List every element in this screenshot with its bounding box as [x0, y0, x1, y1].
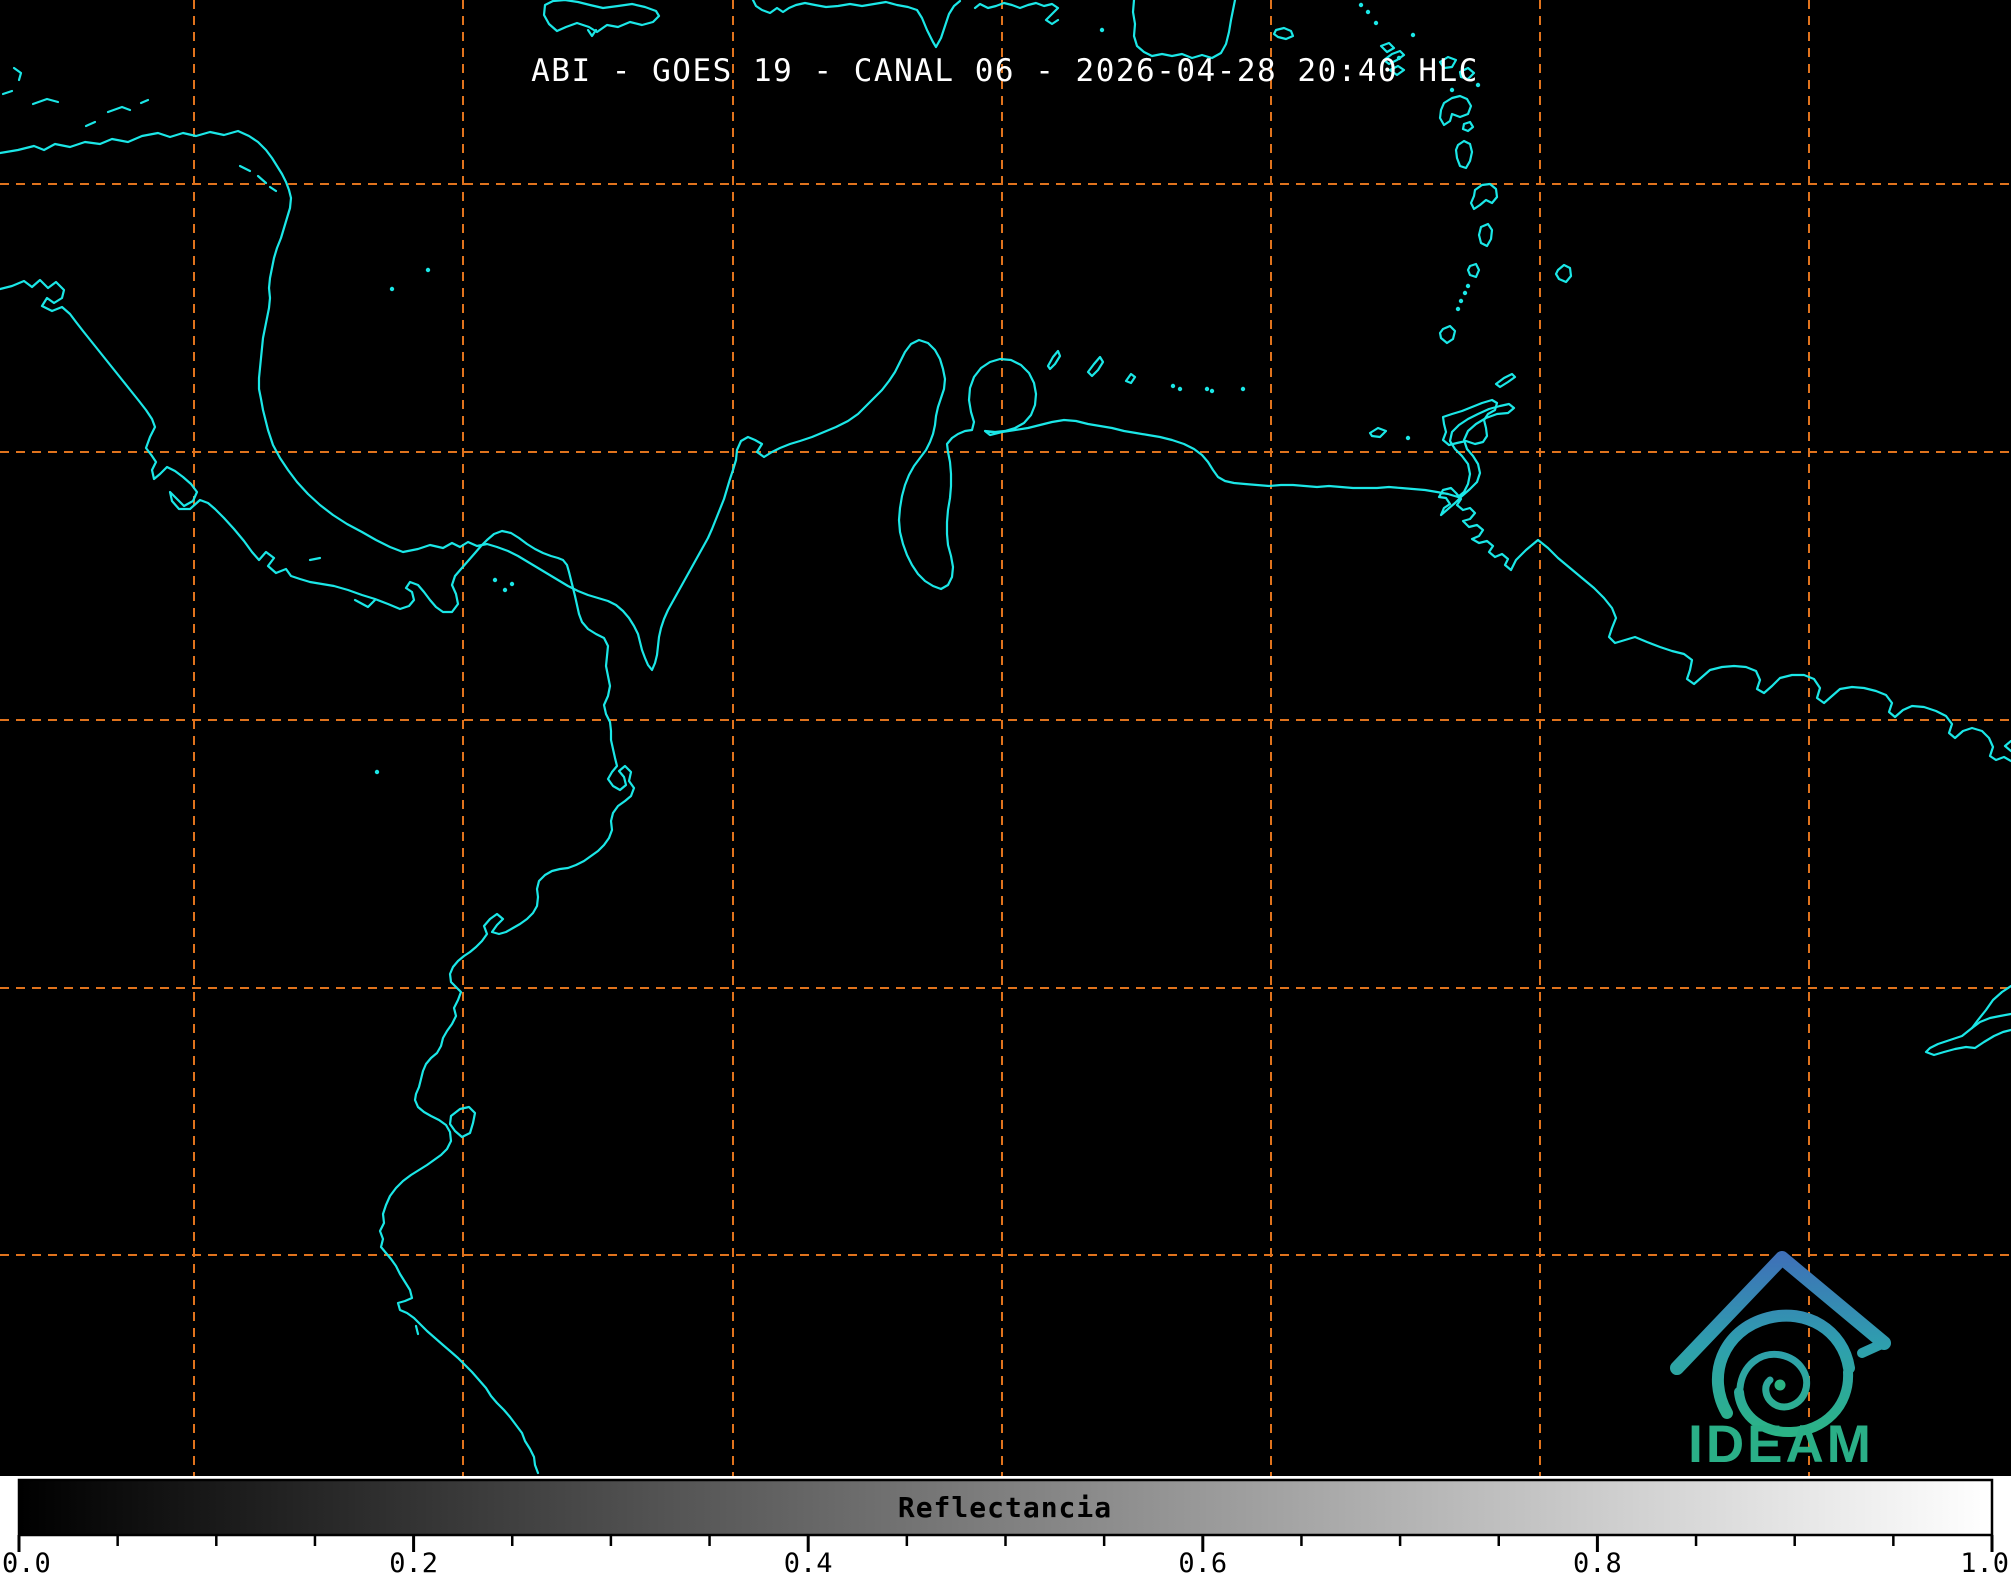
ideam-logo-text: IDEAM [1688, 1415, 1874, 1474]
product-title: ABI - GOES 19 - CANAL 06 - 2026-04-28 20… [531, 53, 1479, 89]
island-dot [1358, 2, 1364, 8]
colorbar-tick-label: 1.0 [1960, 1548, 2009, 1577]
colorbar-tick-label: 0.2 [389, 1548, 438, 1577]
island-dot [1177, 386, 1183, 392]
colorbar-tick-label: 0.0 [2, 1548, 51, 1577]
island-dot [389, 286, 395, 292]
goes-map-canvas: ABI - GOES 19 - CANAL 06 - 2026-04-28 20… [0, 0, 2011, 1577]
island-dot [374, 769, 380, 775]
island-dot [1099, 27, 1105, 33]
island-dot [1240, 386, 1246, 392]
island-dot [502, 587, 508, 593]
logo-spiral-eye-icon [1774, 1379, 1786, 1391]
island-dot [1365, 9, 1371, 15]
island-dot [1458, 298, 1464, 304]
island-dot [492, 577, 498, 583]
island-dot [1410, 32, 1416, 38]
island-dot [1170, 383, 1176, 389]
island-dot [1405, 435, 1411, 441]
island-dot [1209, 388, 1215, 394]
island-dot [1373, 20, 1379, 26]
island-dot [425, 267, 431, 273]
map-background [0, 0, 2011, 1476]
colorbar-label: Reflectancia [898, 1491, 1112, 1524]
colorbar-tick-label: 0.6 [1178, 1548, 1227, 1577]
island-dot [1204, 386, 1210, 392]
island-dot [1465, 283, 1471, 289]
island-dot [509, 581, 515, 587]
colorbar-tick-label: 0.8 [1573, 1548, 1622, 1577]
island-dot [1462, 290, 1468, 296]
colorbar-tick-label: 0.4 [784, 1548, 833, 1577]
satellite-image-viewport: ABI - GOES 19 - CANAL 06 - 2026-04-28 20… [0, 0, 2011, 1577]
island-dot [1455, 306, 1461, 312]
